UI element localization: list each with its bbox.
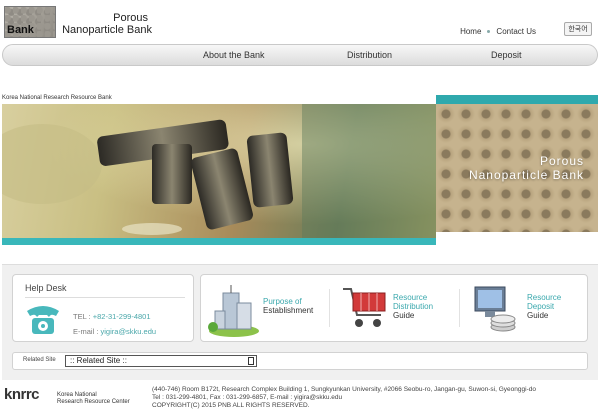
telephone-icon	[27, 306, 59, 334]
deposit-sub: Guide	[527, 311, 549, 320]
help-desk-info: TEL : +82-31-299-4801 E-mail : yigira@sk…	[73, 309, 156, 339]
nav-item-deposit[interactable]: Deposit	[491, 50, 522, 60]
distribution-line2: Distribution	[393, 302, 434, 311]
org-label: Korea National Research Resource Bank	[2, 95, 112, 101]
brand-name[interactable]: Porous Nanoparticle Bank	[62, 12, 152, 36]
banner-title-line1: Porous	[539, 154, 584, 168]
brand-line1: Porous	[113, 12, 148, 24]
building-icon	[208, 285, 259, 337]
footer-info: (440-746) Room B172t, Research Complex B…	[152, 386, 536, 410]
footer-org-line1: Korea National	[57, 392, 97, 398]
divider	[459, 289, 460, 327]
footer-org-name: Korea National Research Resource Center	[57, 392, 130, 406]
footer-org-line2: Research Resource Center	[57, 399, 130, 405]
related-site-label: Related Site	[23, 357, 56, 363]
contact-us-link[interactable]: Contact Us	[496, 27, 536, 36]
brand-line2: Nanoparticle Bank	[62, 24, 152, 36]
nav-item-distribution[interactable]: Distribution	[347, 50, 392, 60]
email-label: E-mail :	[73, 327, 99, 336]
top-links: Home Contact Us	[460, 27, 536, 36]
email-value[interactable]: yigira@skku.edu	[101, 327, 157, 336]
divider	[25, 297, 185, 298]
service-links-box: Purpose of Establishment Resource Distri…	[200, 274, 588, 342]
banner-accent-strip	[2, 238, 436, 245]
resource-deposit-guide-link[interactable]: Resource Deposit Guide	[465, 275, 585, 341]
banner-title: Porous Nanoparticle Bank	[436, 154, 584, 182]
microscope-illustration	[2, 104, 436, 238]
distribution-sub: Guide	[393, 311, 415, 320]
distribution-line1: Resource	[393, 293, 428, 302]
related-site-select[interactable]: :: Related Site ::	[65, 355, 257, 367]
footer-contact: Tel : 031-299-4801, Fax : 031-299-6857, …	[152, 394, 343, 401]
divider	[329, 289, 330, 327]
main-nav: About the Bank Distribution Deposit	[2, 44, 598, 66]
language-toggle-button[interactable]: 한국어	[564, 22, 592, 36]
banner-microscope-image	[2, 104, 436, 238]
help-desk-box: Help Desk TEL : +82-31-299-4801 E-mail :…	[12, 274, 194, 342]
related-site-selected: :: Related Site ::	[70, 356, 127, 365]
purpose-line1: Purpose of	[263, 297, 302, 306]
related-site-bar: Related Site :: Related Site ::	[12, 352, 588, 370]
purpose-sub: Establishment	[263, 306, 314, 315]
link-separator	[487, 30, 491, 33]
shopping-cart-icon	[343, 288, 386, 327]
banner-right-accent	[436, 95, 598, 104]
deposit-line1: Resource	[527, 293, 562, 302]
tel-value: +82-31-299-4801	[92, 312, 151, 321]
help-desk-title: Help Desk	[25, 283, 67, 293]
footer-copyright: COPYRIGHT(C) 2015 PNB ALL RIGHTS RESERVE…	[152, 402, 310, 409]
deposit-line2: Deposit	[527, 302, 555, 311]
resource-distribution-guide-link[interactable]: Resource Distribution Guide	[335, 275, 455, 341]
tel-label: TEL :	[73, 312, 91, 321]
purpose-of-establishment-link[interactable]: Purpose of Establishment	[205, 275, 329, 341]
home-link[interactable]: Home	[460, 27, 481, 36]
banner-title-line2: Nanoparticle Bank	[468, 168, 584, 182]
footer-logo-text: knrrc	[4, 386, 40, 403]
site-logo[interactable]: Bank	[4, 6, 56, 38]
footer-address: (440-746) Room B172t, Research Complex B…	[152, 386, 536, 393]
computer-coins-icon	[474, 286, 516, 332]
logo-word: Bank	[7, 24, 34, 36]
nav-item-about[interactable]: About the Bank	[203, 50, 265, 60]
dropdown-arrow-icon	[248, 357, 254, 365]
footer-logo: knrrc	[4, 386, 40, 403]
